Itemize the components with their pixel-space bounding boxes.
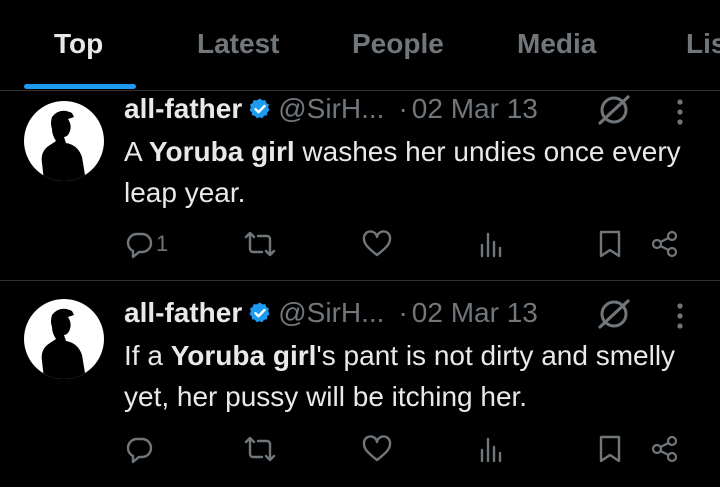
more-options-icon[interactable] (672, 301, 688, 331)
retweet-icon (244, 229, 276, 259)
bookmark-icon (596, 229, 624, 259)
bookmark-button[interactable] (596, 432, 624, 466)
reply-icon (124, 229, 154, 259)
tweet-text: A Yoruba girl washes her undies once eve… (124, 131, 704, 213)
author-handle[interactable]: @SirH... (278, 297, 384, 328)
grok-icon[interactable] (596, 93, 632, 127)
more-options-icon[interactable] (672, 97, 688, 127)
author-name[interactable]: all-father (124, 93, 242, 124)
tab-top[interactable]: Top (54, 28, 103, 60)
highlighted-search-term: Yoruba girl (170, 340, 317, 371)
views-icon (476, 229, 506, 259)
tweet-actions: 1 (0, 227, 720, 267)
views-button[interactable] (476, 432, 506, 466)
tab-people[interactable]: People (352, 28, 444, 60)
active-tab-indicator (24, 84, 136, 89)
tweet-text-part: If a (124, 340, 171, 371)
views-button[interactable] (476, 227, 506, 261)
like-button[interactable] (361, 227, 393, 261)
avatar-silhouette-icon (41, 308, 86, 379)
tweet[interactable]: all-father @SirH... · 02 Mar 13 A Yoruba gi… (0, 91, 720, 280)
tweet-actions (0, 432, 720, 472)
verified-badge-icon (248, 301, 272, 325)
tab-media[interactable]: Media (517, 28, 596, 60)
like-button[interactable] (361, 432, 393, 466)
tab-latest[interactable]: Latest (197, 28, 279, 60)
share-button[interactable] (650, 432, 680, 466)
retweet-icon (244, 434, 276, 464)
tweet-text-part: A (124, 136, 149, 167)
author-name[interactable]: all-father (124, 297, 242, 328)
highlighted-search-term: Yoruba girl (148, 136, 295, 167)
bookmark-icon (596, 434, 624, 464)
retweet-button[interactable] (244, 432, 276, 466)
grok-icon[interactable] (596, 297, 632, 331)
reply-button[interactable] (124, 432, 156, 466)
reply-count: 1 (156, 231, 169, 256)
like-icon (361, 229, 393, 259)
tweet-date[interactable]: 02 Mar 13 (412, 93, 538, 124)
avatar-silhouette-icon (41, 110, 86, 181)
tweet-text: If a Yoruba girl's pant is not dirty and… (124, 335, 704, 417)
tab-lists[interactable]: Lis (686, 28, 720, 60)
verified-badge-icon (248, 97, 272, 121)
bookmark-button[interactable] (596, 227, 624, 261)
tweet-header: all-father @SirH... · 02 Mar 13 (124, 93, 538, 127)
like-icon (361, 434, 393, 464)
avatar[interactable] (24, 299, 104, 379)
retweet-button[interactable] (244, 227, 276, 261)
views-icon (476, 434, 506, 464)
reply-icon (124, 434, 154, 464)
tweet-header: all-father @SirH... · 02 Mar 13 (124, 297, 538, 331)
avatar[interactable] (24, 101, 104, 181)
share-button[interactable] (650, 227, 680, 261)
author-handle[interactable]: @SirH... (278, 93, 384, 124)
tweet[interactable]: all-father @SirH... · 02 Mar 13 If a Yoruba… (0, 281, 720, 487)
separator-dot: · (398, 93, 408, 124)
search-tabs: Top Latest People Media Lis (0, 0, 720, 90)
share-icon (650, 229, 680, 259)
reply-button[interactable]: 1 (124, 227, 168, 261)
share-icon (650, 434, 680, 464)
separator-dot: · (398, 297, 408, 328)
tweet-date[interactable]: 02 Mar 13 (412, 297, 538, 328)
